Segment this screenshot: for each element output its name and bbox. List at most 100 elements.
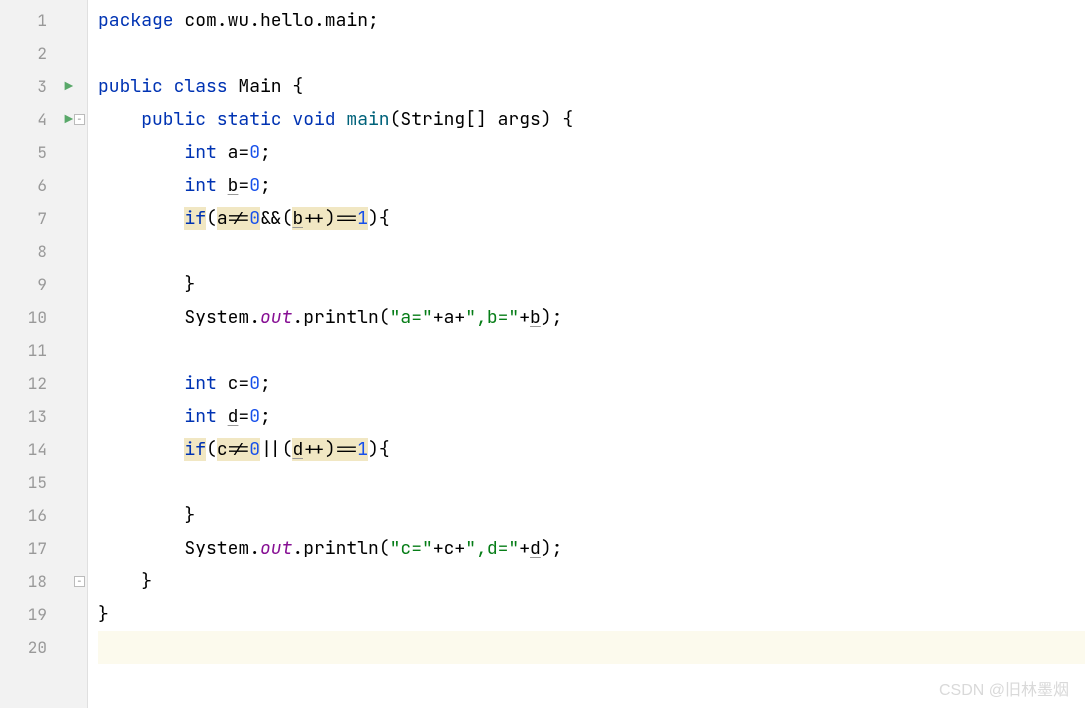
code-token: "c=" bbox=[390, 537, 433, 560]
gutter-row[interactable]: 19 bbox=[0, 598, 87, 631]
code-token: ; bbox=[260, 405, 271, 428]
code-token: ||( bbox=[260, 438, 292, 461]
run-icon[interactable]: ▶ bbox=[65, 111, 73, 129]
code-line[interactable]: } bbox=[98, 598, 1085, 631]
gutter-row[interactable]: 8 bbox=[0, 235, 87, 268]
editor-gutter: 123▶4▶−56789101112131415161718−1920 bbox=[0, 0, 88, 708]
code-line[interactable]: public class Main { bbox=[98, 70, 1085, 103]
code-token: ++)== bbox=[303, 438, 357, 461]
line-number: 6 bbox=[37, 175, 47, 196]
gutter-row[interactable]: 9 bbox=[0, 268, 87, 301]
code-line[interactable] bbox=[98, 235, 1085, 268]
gutter-row[interactable]: 2 bbox=[0, 37, 87, 70]
code-token: ){ bbox=[368, 207, 390, 230]
code-token: .println( bbox=[292, 537, 389, 560]
line-number: 17 bbox=[28, 538, 47, 559]
code-token: } bbox=[98, 570, 152, 593]
code-token: 0 bbox=[249, 174, 260, 197]
gutter-row[interactable]: 20 bbox=[0, 631, 87, 664]
code-line[interactable]: int b=0; bbox=[98, 169, 1085, 202]
gutter-row[interactable]: 11 bbox=[0, 334, 87, 367]
fold-icon[interactable]: − bbox=[74, 114, 85, 125]
line-number: 18 bbox=[28, 571, 47, 592]
code-token: ",d=" bbox=[465, 537, 519, 560]
code-token: 0 bbox=[249, 141, 260, 164]
gutter-row[interactable]: 4▶− bbox=[0, 103, 87, 136]
line-number: 20 bbox=[28, 637, 47, 658]
line-number: 15 bbox=[28, 472, 47, 493]
code-token: d bbox=[292, 438, 303, 461]
run-icon[interactable]: ▶ bbox=[65, 78, 73, 96]
gutter-row[interactable]: 1 bbox=[0, 4, 87, 37]
line-number: 8 bbox=[37, 241, 47, 262]
gutter-row[interactable]: 15 bbox=[0, 466, 87, 499]
code-editor[interactable]: package com.wu.hello.main; public class M… bbox=[88, 0, 1085, 708]
gutter-row[interactable]: 7 bbox=[0, 202, 87, 235]
fold-icon[interactable]: − bbox=[74, 576, 85, 587]
code-token: b bbox=[228, 174, 239, 197]
code-token: d bbox=[228, 405, 239, 428]
code-token: .println( bbox=[292, 306, 389, 329]
gutter-row[interactable]: 6 bbox=[0, 169, 87, 202]
code-token: System. bbox=[98, 306, 260, 329]
code-line[interactable] bbox=[98, 334, 1085, 367]
code-token: d bbox=[530, 537, 541, 560]
code-token: "a=" bbox=[390, 306, 433, 329]
code-line[interactable]: System.out.println("c="+c+",d="+d); bbox=[98, 532, 1085, 565]
code-token: package bbox=[98, 9, 184, 32]
line-number: 2 bbox=[37, 43, 47, 64]
code-line[interactable]: int a=0; bbox=[98, 136, 1085, 169]
code-token: c!= bbox=[217, 438, 249, 461]
code-token bbox=[98, 108, 141, 131]
code-line[interactable]: int c=0; bbox=[98, 367, 1085, 400]
code-line[interactable]: } bbox=[98, 565, 1085, 598]
code-token: ( bbox=[206, 438, 217, 461]
code-line[interactable]: } bbox=[98, 499, 1085, 532]
code-line[interactable] bbox=[98, 631, 1085, 664]
code-line[interactable]: System.out.println("a="+a+",b="+b); bbox=[98, 301, 1085, 334]
line-number: 16 bbox=[28, 505, 47, 526]
code-token: 0 bbox=[249, 207, 260, 230]
code-line[interactable]: public static void main(String[] args) { bbox=[98, 103, 1085, 136]
code-token: = bbox=[238, 174, 249, 197]
gutter-row[interactable]: 3▶ bbox=[0, 70, 87, 103]
gutter-row[interactable]: 18 − bbox=[0, 565, 87, 598]
gutter-row[interactable]: 17 bbox=[0, 532, 87, 565]
code-token bbox=[98, 372, 184, 395]
gutter-row[interactable]: 12 bbox=[0, 367, 87, 400]
code-token: ",b=" bbox=[465, 306, 519, 329]
code-token: 0 bbox=[249, 372, 260, 395]
code-line[interactable]: if(a!=0&&(b++)==1){ bbox=[98, 202, 1085, 235]
code-line[interactable]: if(c!=0||(d++)==1){ bbox=[98, 433, 1085, 466]
line-number: 1 bbox=[37, 10, 47, 31]
code-token bbox=[98, 207, 184, 230]
code-token: main bbox=[346, 108, 389, 131]
code-token: Main bbox=[238, 75, 292, 98]
gutter-row[interactable]: 5 bbox=[0, 136, 87, 169]
code-token: b bbox=[530, 306, 541, 329]
code-line[interactable]: int d=0; bbox=[98, 400, 1085, 433]
code-line[interactable]: } bbox=[98, 268, 1085, 301]
gutter-row[interactable]: 10 bbox=[0, 301, 87, 334]
code-token: if bbox=[184, 207, 206, 230]
code-token: ( bbox=[206, 207, 217, 230]
code-token: } bbox=[98, 603, 109, 626]
gutter-row[interactable]: 13 bbox=[0, 400, 87, 433]
code-token: public static void bbox=[141, 108, 346, 131]
code-token: 1 bbox=[357, 438, 368, 461]
code-line[interactable] bbox=[98, 466, 1085, 499]
code-line[interactable] bbox=[98, 37, 1085, 70]
code-token bbox=[98, 438, 184, 461]
code-token bbox=[98, 141, 184, 164]
code-token: +c+ bbox=[433, 537, 465, 560]
code-token: int bbox=[184, 405, 227, 428]
gutter-row[interactable]: 14 bbox=[0, 433, 87, 466]
gutter-row[interactable]: 16 bbox=[0, 499, 87, 532]
code-token: 1 bbox=[357, 207, 368, 230]
code-token: com.wu.hello.main; bbox=[184, 9, 378, 32]
code-token: &&( bbox=[260, 207, 292, 230]
code-token bbox=[98, 405, 184, 428]
code-token bbox=[98, 174, 184, 197]
code-line[interactable]: package com.wu.hello.main; bbox=[98, 4, 1085, 37]
code-token: if bbox=[184, 438, 206, 461]
